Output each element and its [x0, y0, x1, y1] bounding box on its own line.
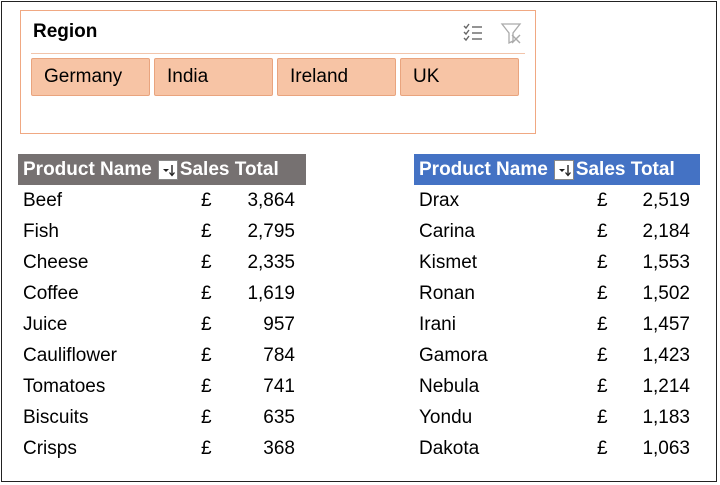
table-row[interactable]: Juice £957 [18, 309, 306, 340]
product-name-cell: Biscuits [23, 406, 89, 428]
product-name-cell: Beef [23, 189, 63, 211]
multi-select-icon[interactable] [461, 21, 485, 45]
slicer-divider [31, 53, 525, 54]
sales-value-cell: 1,183 [642, 406, 690, 428]
sort-descending-icon [162, 164, 175, 177]
currency-cell: £ [201, 220, 212, 242]
currency-cell: £ [597, 437, 608, 459]
sales-value-cell: 1,063 [642, 437, 690, 459]
sales-value-cell: 741 [263, 375, 295, 397]
products-table-header: Product Name Sales Total [18, 154, 306, 185]
col-header-sales-total: Sales Total [575, 158, 675, 180]
table-row[interactable]: Coffee £1,619 [18, 278, 306, 309]
currency-cell: £ [597, 406, 608, 428]
product-name-cell: Cheese [23, 251, 89, 273]
sales-value-cell: 635 [263, 406, 295, 428]
product-name-cell: Irani [419, 313, 456, 335]
sales-value-cell: 1,502 [642, 282, 690, 304]
region-slicer: Region Germany India Ireland UK [20, 10, 536, 134]
product-name-cell: Drax [419, 189, 460, 211]
table-row[interactable]: Irani £1,457 [414, 309, 700, 340]
product-name-cell: Crisps [23, 437, 77, 459]
product-name-cell: Gamora [419, 344, 488, 366]
sort-filter-dropdown[interactable] [157, 159, 178, 180]
sales-value-cell: 1,423 [642, 344, 690, 366]
sales-value-cell: 2,184 [642, 220, 690, 242]
table-row[interactable]: Kismet £1,553 [414, 247, 700, 278]
product-name-cell: Tomatoes [23, 375, 106, 397]
sales-value-cell: 1,553 [642, 251, 690, 273]
table-row[interactable]: Tomatoes £741 [18, 371, 306, 402]
currency-cell: £ [201, 313, 212, 335]
clear-filter-icon[interactable] [499, 21, 523, 45]
product-name-cell: Fish [23, 220, 59, 242]
product-name-cell: Cauliflower [23, 344, 117, 366]
currency-cell: £ [597, 282, 608, 304]
sales-value-cell: 1,214 [642, 375, 690, 397]
slicer-item-uk[interactable]: UK [400, 58, 519, 96]
product-name-cell: Ronan [419, 282, 475, 304]
slicer-items: Germany India Ireland UK [31, 58, 519, 96]
sales-value-cell: 2,795 [247, 220, 295, 242]
currency-cell: £ [201, 189, 212, 211]
product-name-cell: Nebula [419, 375, 480, 397]
currency-cell: £ [201, 437, 212, 459]
currency-cell: £ [201, 375, 212, 397]
people-table-header: Product Name Sales Total [414, 154, 700, 185]
table-row[interactable]: Yondu £1,183 [414, 402, 700, 433]
slicer-item-ireland[interactable]: Ireland [277, 58, 396, 96]
slicer-item-india[interactable]: India [154, 58, 273, 96]
currency-cell: £ [201, 251, 212, 273]
product-name-cell: Coffee [23, 282, 79, 304]
table-row[interactable]: Cheese £2,335 [18, 247, 306, 278]
table-row[interactable]: Drax £2,519 [414, 185, 700, 216]
currency-cell: £ [201, 406, 212, 428]
table-row[interactable]: Gamora £1,423 [414, 340, 700, 371]
currency-cell: £ [201, 344, 212, 366]
sales-value-cell: 784 [263, 344, 295, 366]
sales-value-cell: 368 [263, 437, 295, 459]
table-row[interactable]: Biscuits £635 [18, 402, 306, 433]
table-row[interactable]: Carina £2,184 [414, 216, 700, 247]
table-row[interactable]: Nebula £1,214 [414, 371, 700, 402]
products-table: Product Name Sales Total Beef £3,864 Fish £… [18, 154, 306, 464]
currency-cell: £ [597, 220, 608, 242]
table-row[interactable]: Dakota £1,063 [414, 433, 700, 464]
sales-value-cell: 3,864 [247, 189, 295, 211]
product-name-cell: Kismet [419, 251, 478, 273]
table-row[interactable]: Fish £2,795 [18, 216, 306, 247]
product-name-cell: Juice [23, 313, 68, 335]
currency-cell: £ [597, 344, 608, 366]
col-header-sales-total: Sales Total [179, 158, 279, 180]
sort-filter-dropdown[interactable] [553, 159, 574, 180]
currency-cell: £ [597, 375, 608, 397]
col-header-product-name: Product Name [419, 158, 548, 180]
sales-value-cell: 957 [263, 313, 295, 335]
table-row[interactable]: Beef £3,864 [18, 185, 306, 216]
sort-descending-icon [558, 164, 571, 177]
product-name-cell: Carina [419, 220, 475, 242]
slicer-title: Region [33, 21, 98, 42]
sales-value-cell: 1,619 [247, 282, 295, 304]
product-name-cell: Dakota [419, 437, 480, 459]
currency-cell: £ [597, 251, 608, 273]
sales-value-cell: 1,457 [642, 313, 690, 335]
currency-cell: £ [597, 313, 608, 335]
sales-value-cell: 2,335 [247, 251, 295, 273]
product-name-cell: Yondu [419, 406, 473, 428]
currency-cell: £ [597, 189, 608, 211]
col-header-product-name: Product Name [23, 158, 152, 180]
currency-cell: £ [201, 282, 212, 304]
table-row[interactable]: Cauliflower £784 [18, 340, 306, 371]
sales-value-cell: 2,519 [642, 189, 690, 211]
slicer-item-germany[interactable]: Germany [31, 58, 150, 96]
table-row[interactable]: Ronan £1,502 [414, 278, 700, 309]
people-table: Product Name Sales Total Drax £2,519 Carin… [414, 154, 700, 464]
table-row[interactable]: Crisps £368 [18, 433, 306, 464]
